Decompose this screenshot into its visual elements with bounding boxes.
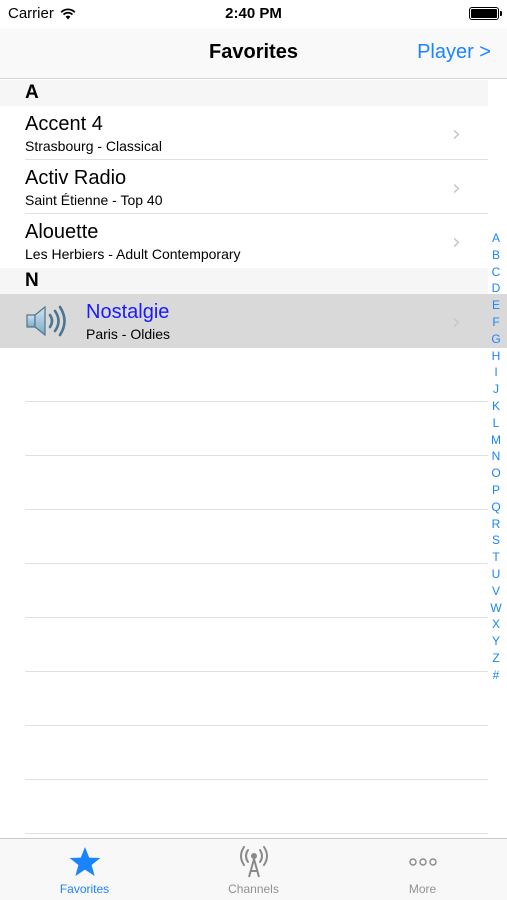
- status-time: 2:40 PM: [225, 5, 282, 22]
- index-letter[interactable]: N: [492, 448, 501, 465]
- tab-bar: Favorites Channels More: [0, 838, 507, 900]
- battery-icon: [469, 7, 502, 20]
- list-item-playing[interactable]: Nostalgie Paris - Oldies ›: [0, 294, 507, 348]
- tab-channels[interactable]: Channels: [169, 839, 338, 900]
- section-index-bar[interactable]: A B C D E F G H I J K L M N O P Q R S T U V W X Y Z #: [489, 230, 503, 684]
- antenna-icon: [239, 846, 268, 878]
- index-letter[interactable]: B: [492, 247, 500, 264]
- station-name: Activ Radio: [25, 167, 127, 189]
- index-letter[interactable]: W: [490, 600, 501, 617]
- index-letter[interactable]: Z: [492, 650, 499, 667]
- index-letter[interactable]: Y: [492, 633, 500, 650]
- more-icon: [408, 858, 437, 866]
- list-item[interactable]: Accent 4 Strasbourg - Classical ›: [0, 106, 507, 160]
- index-letter[interactable]: G: [491, 331, 500, 348]
- empty-row: [0, 348, 507, 402]
- index-letter[interactable]: F: [492, 314, 499, 331]
- player-button[interactable]: Player >: [417, 41, 491, 64]
- index-letter[interactable]: S: [492, 532, 500, 549]
- index-letter[interactable]: V: [492, 583, 500, 600]
- station-details: Les Herbiers - Adult Contemporary: [25, 246, 241, 262]
- index-letter[interactable]: T: [492, 549, 499, 566]
- speaker-icon: [26, 305, 66, 337]
- index-letter[interactable]: M: [491, 432, 501, 449]
- index-letter[interactable]: I: [494, 364, 497, 381]
- index-letter[interactable]: E: [492, 297, 500, 314]
- chevron-right-icon: ›: [452, 122, 461, 147]
- chevron-right-icon: ›: [452, 310, 461, 335]
- navigation-bar: Favorites Player >: [0, 28, 507, 79]
- star-icon: [69, 847, 100, 876]
- chevron-right-icon: ›: [452, 176, 461, 201]
- tab-label: More: [408, 882, 437, 896]
- list-item[interactable]: Alouette Les Herbiers - Adult Contempora…: [0, 214, 507, 268]
- index-letter[interactable]: R: [492, 516, 501, 533]
- station-name: Nostalgie: [86, 301, 170, 323]
- index-letter[interactable]: C: [492, 264, 501, 281]
- status-bar: Carrier 2:40 PM: [0, 0, 507, 28]
- chevron-right-icon: ›: [452, 230, 461, 255]
- index-letter[interactable]: O: [491, 465, 500, 482]
- index-letter[interactable]: K: [492, 398, 500, 415]
- index-letter[interactable]: D: [492, 280, 501, 297]
- tab-label: Favorites: [59, 882, 110, 896]
- empty-row: [0, 510, 507, 564]
- index-letter[interactable]: A: [492, 230, 500, 247]
- battery-level: [471, 9, 497, 18]
- index-letter[interactable]: H: [492, 348, 501, 365]
- tab-more[interactable]: More: [338, 839, 507, 900]
- section-header-n: N: [0, 268, 488, 294]
- index-letter[interactable]: J: [493, 381, 499, 398]
- favorites-list: A Accent 4 Strasbourg - Classical › Acti…: [0, 80, 507, 834]
- index-letter[interactable]: X: [492, 616, 500, 633]
- index-letter[interactable]: U: [492, 566, 501, 583]
- tab-label: Channels: [228, 882, 279, 896]
- empty-row: [0, 672, 507, 726]
- index-letter[interactable]: L: [493, 415, 500, 432]
- empty-row: [0, 780, 507, 834]
- index-letter[interactable]: P: [492, 482, 500, 499]
- station-name: Accent 4: [25, 113, 103, 135]
- index-letter[interactable]: #: [493, 667, 500, 684]
- empty-row: [0, 456, 507, 510]
- row-separator: [25, 833, 488, 834]
- index-letter[interactable]: Q: [491, 499, 500, 516]
- empty-row: [0, 564, 507, 618]
- empty-row: [0, 618, 507, 672]
- empty-row: [0, 726, 507, 780]
- tab-favorites[interactable]: Favorites: [0, 839, 169, 900]
- station-details: Saint Étienne - Top 40: [25, 192, 163, 208]
- station-details: Strasbourg - Classical: [25, 138, 162, 154]
- station-details: Paris - Oldies: [86, 326, 171, 342]
- list-item[interactable]: Activ Radio Saint Étienne - Top 40 ›: [0, 160, 507, 214]
- empty-row: [0, 402, 507, 456]
- station-name: Alouette: [25, 221, 99, 243]
- section-header-a: A: [0, 80, 488, 106]
